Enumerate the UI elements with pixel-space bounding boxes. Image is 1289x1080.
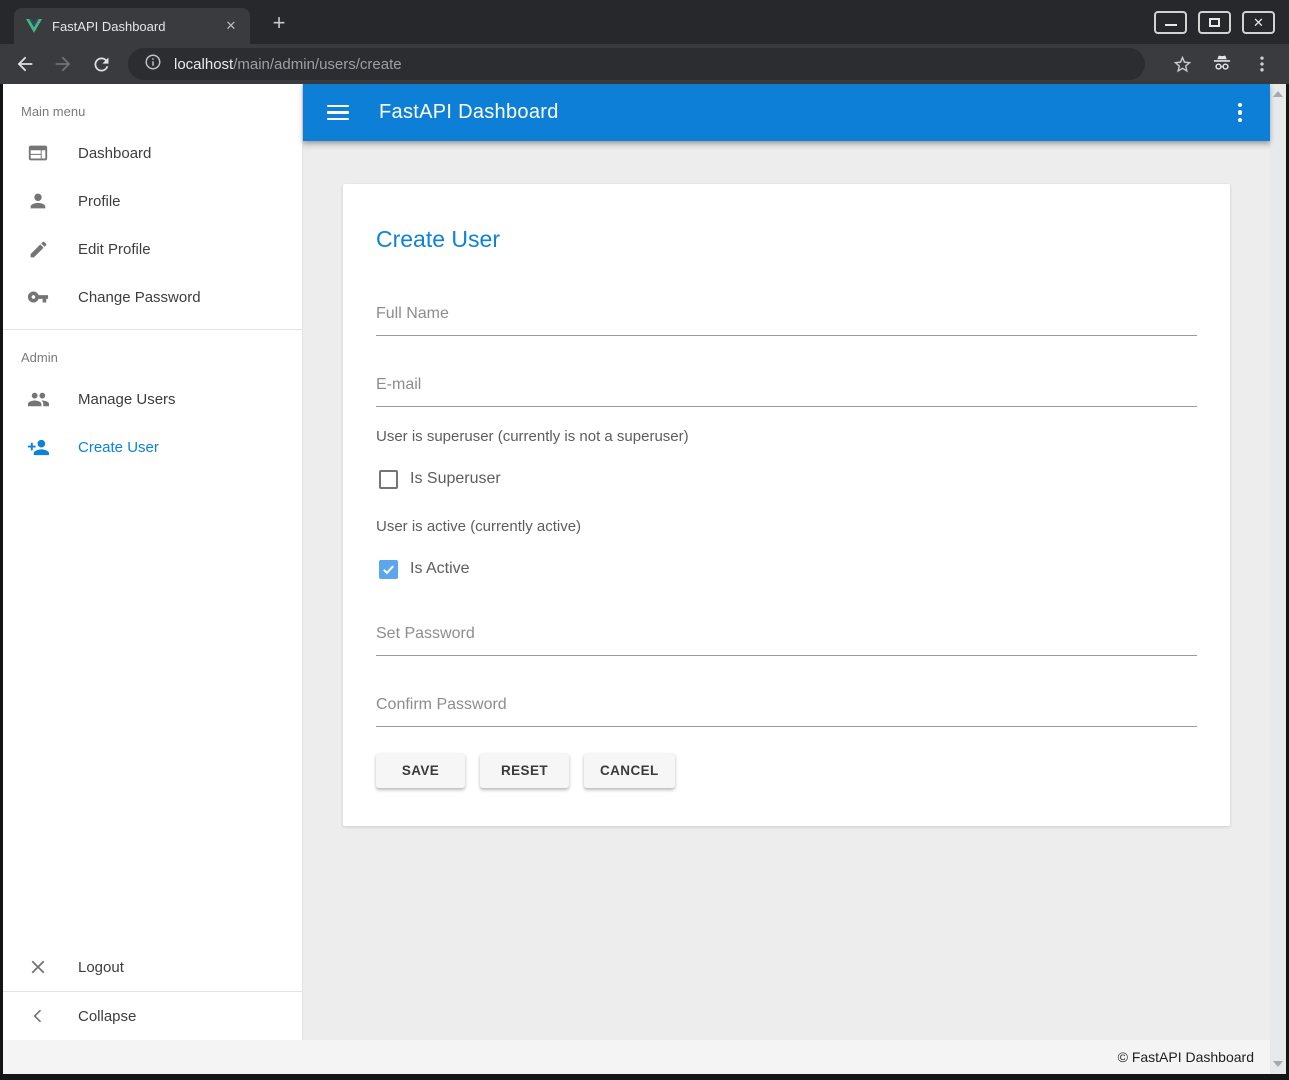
sidebar-item-edit-profile[interactable]: Edit Profile [3, 225, 302, 273]
scrollbar-down-arrow-icon[interactable] [1273, 1061, 1283, 1067]
browser-window: FastAPI Dashboard ✕ + ✕ localhost/main/a… [0, 0, 1289, 1080]
appbar-kebab-menu-icon[interactable] [1228, 103, 1252, 123]
sidebar-item-dashboard[interactable]: Dashboard [3, 129, 302, 177]
sidebar-item-collapse[interactable]: Collapse [3, 992, 302, 1040]
maximize-button[interactable] [1198, 11, 1231, 34]
checkbox-label: Is Active [410, 560, 470, 578]
group-icon [26, 387, 50, 411]
page-scrollbar[interactable] [1270, 84, 1286, 1074]
content-area: Create User User is superuser (currently… [303, 141, 1270, 1040]
sidebar-item-create-user[interactable]: Create User [3, 423, 302, 471]
vue-logo-icon [26, 19, 42, 33]
cancel-button[interactable]: CANCEL [584, 753, 675, 788]
sidebar-item-label: Change Password [78, 289, 201, 306]
window-controls: ✕ [1154, 11, 1275, 34]
reload-icon[interactable] [88, 51, 114, 77]
sidebar-section-admin: Admin [3, 330, 302, 375]
checkbox-label: Is Superuser [410, 470, 501, 488]
full-name-field [376, 305, 1197, 336]
sidebar-item-label: Logout [78, 959, 124, 976]
sidebar-item-change-password[interactable]: Change Password [3, 273, 302, 321]
pencil-icon [26, 237, 50, 261]
forward-arrow-icon[interactable] [50, 51, 76, 77]
create-user-card: Create User User is superuser (currently… [343, 184, 1230, 826]
sidebar-item-label: Manage Users [78, 391, 176, 408]
close-button[interactable]: ✕ [1242, 11, 1275, 34]
key-icon [26, 285, 50, 309]
is-superuser-checkbox[interactable] [379, 470, 398, 489]
save-button[interactable]: SAVE [376, 753, 465, 788]
tab-title: FastAPI Dashboard [52, 19, 222, 34]
bookmark-star-icon[interactable] [1169, 51, 1195, 77]
address-bar[interactable]: localhost/main/admin/users/create [128, 48, 1145, 80]
sidebar-item-label: Dashboard [78, 145, 151, 162]
active-hint: User is active (currently active) [376, 518, 1197, 535]
close-icon [26, 955, 50, 979]
sidebar: Main menu Dashboard Profile [3, 84, 303, 1040]
confirm-password-input[interactable] [376, 696, 1197, 714]
email-input[interactable] [376, 376, 1197, 394]
sidebar-item-label: Profile [78, 193, 121, 210]
sidebar-item-profile[interactable]: Profile [3, 177, 302, 225]
sidebar-item-logout[interactable]: Logout [3, 943, 302, 991]
incognito-icon [1209, 51, 1235, 77]
full-name-input[interactable] [376, 305, 1197, 323]
is-superuser-row: Is Superuser [376, 467, 1197, 491]
app-bar: FastAPI Dashboard [303, 84, 1270, 141]
sidebar-item-label: Create User [78, 439, 159, 456]
set-password-field [376, 625, 1197, 656]
person-icon [26, 189, 50, 213]
scrollbar-up-arrow-icon[interactable] [1273, 91, 1283, 97]
sidebar-section-main-menu: Main menu [3, 84, 302, 129]
chevron-left-icon [26, 1004, 50, 1028]
superuser-hint: User is superuser (currently is not a su… [376, 428, 1197, 445]
dashboard-icon [26, 141, 50, 165]
hamburger-menu-icon[interactable] [327, 105, 349, 121]
browser-toolbar: localhost/main/admin/users/create [0, 44, 1289, 84]
tab-close-icon[interactable]: ✕ [222, 17, 240, 35]
set-password-input[interactable] [376, 625, 1197, 643]
is-active-row: Is Active [376, 557, 1197, 581]
is-active-checkbox[interactable] [379, 560, 398, 579]
copyright-text: © FastAPI Dashboard [1118, 1049, 1254, 1065]
sidebar-item-manage-users[interactable]: Manage Users [3, 375, 302, 423]
url-path: /main/admin/users/create [233, 56, 401, 73]
minimize-button[interactable] [1154, 11, 1187, 34]
back-arrow-icon[interactable] [12, 51, 38, 77]
browser-tab[interactable]: FastAPI Dashboard ✕ [14, 8, 250, 44]
new-tab-button[interactable]: + [266, 10, 292, 36]
form-buttons: SAVE RESET CANCEL [376, 753, 1197, 788]
page: Main menu Dashboard Profile [3, 84, 1286, 1074]
appbar-title: FastAPI Dashboard [379, 101, 559, 124]
person-add-icon [26, 435, 50, 459]
tab-strip: FastAPI Dashboard ✕ + ✕ [0, 0, 1289, 44]
browser-menu-kebab-icon[interactable] [1249, 51, 1275, 77]
info-icon[interactable] [144, 53, 162, 76]
confirm-password-field [376, 696, 1197, 727]
url-host: localhost [174, 56, 233, 73]
reset-button[interactable]: RESET [480, 753, 569, 788]
footer: © FastAPI Dashboard [3, 1040, 1270, 1074]
page-title: Create User [376, 184, 1197, 253]
email-field [376, 376, 1197, 407]
sidebar-item-label: Edit Profile [78, 241, 151, 258]
main-area: FastAPI Dashboard Create User [303, 84, 1270, 1040]
sidebar-item-label: Collapse [78, 1008, 136, 1025]
